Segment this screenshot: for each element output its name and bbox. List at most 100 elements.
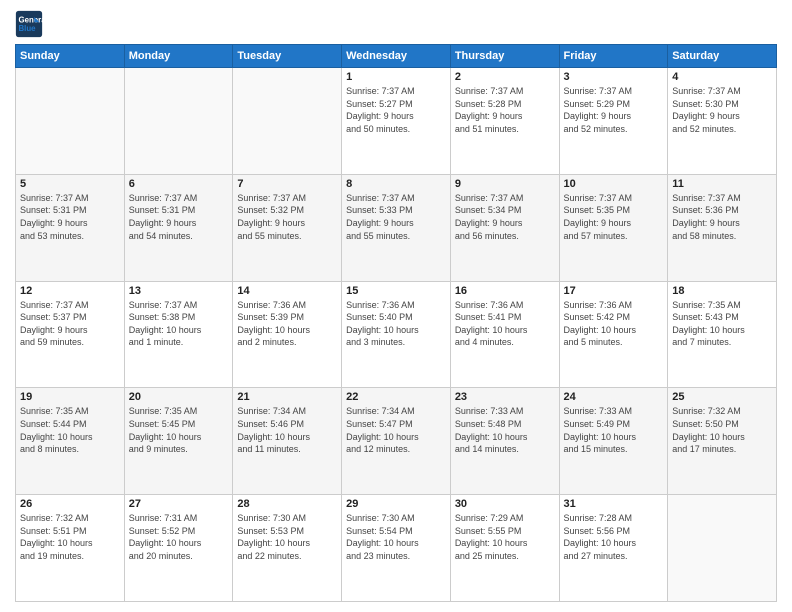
day-number: 5 [20, 178, 120, 190]
day-number: 2 [455, 71, 555, 83]
day-number: 13 [129, 285, 229, 297]
day-info: Sunrise: 7:37 AM Sunset: 5:35 PM Dayligh… [564, 192, 664, 242]
day-number: 28 [237, 498, 337, 510]
day-info: Sunrise: 7:37 AM Sunset: 5:34 PM Dayligh… [455, 192, 555, 242]
day-number: 26 [20, 498, 120, 510]
calendar-cell: 23 Sunrise: 7:33 AM Sunset: 5:48 PM Dayli… [450, 388, 559, 495]
calendar-cell: 5 Sunrise: 7:37 AM Sunset: 5:31 PM Daylig… [16, 174, 125, 281]
day-info: Sunrise: 7:28 AM Sunset: 5:56 PM Dayligh… [564, 512, 664, 562]
day-info: Sunrise: 7:34 AM Sunset: 5:47 PM Dayligh… [346, 405, 446, 455]
calendar-cell: 31 Sunrise: 7:28 AM Sunset: 5:56 PM Dayli… [559, 495, 668, 602]
calendar-cell [16, 68, 125, 175]
day-info: Sunrise: 7:37 AM Sunset: 5:28 PM Dayligh… [455, 85, 555, 135]
calendar-cell: 9 Sunrise: 7:37 AM Sunset: 5:34 PM Daylig… [450, 174, 559, 281]
day-info: Sunrise: 7:37 AM Sunset: 5:30 PM Dayligh… [672, 85, 772, 135]
calendar-week-row: 19 Sunrise: 7:35 AM Sunset: 5:44 PM Dayli… [16, 388, 777, 495]
calendar-cell: 22 Sunrise: 7:34 AM Sunset: 5:47 PM Dayli… [342, 388, 451, 495]
calendar-week-row: 26 Sunrise: 7:32 AM Sunset: 5:51 PM Dayli… [16, 495, 777, 602]
day-info: Sunrise: 7:35 AM Sunset: 5:43 PM Dayligh… [672, 299, 772, 349]
day-number: 7 [237, 178, 337, 190]
day-info: Sunrise: 7:37 AM Sunset: 5:32 PM Dayligh… [237, 192, 337, 242]
calendar-cell: 28 Sunrise: 7:30 AM Sunset: 5:53 PM Dayli… [233, 495, 342, 602]
day-number: 3 [564, 71, 664, 83]
calendar-cell: 27 Sunrise: 7:31 AM Sunset: 5:52 PM Dayli… [124, 495, 233, 602]
calendar-cell: 15 Sunrise: 7:36 AM Sunset: 5:40 PM Dayli… [342, 281, 451, 388]
calendar-cell: 8 Sunrise: 7:37 AM Sunset: 5:33 PM Daylig… [342, 174, 451, 281]
day-number: 24 [564, 391, 664, 403]
day-info: Sunrise: 7:37 AM Sunset: 5:31 PM Dayligh… [129, 192, 229, 242]
calendar-cell: 4 Sunrise: 7:37 AM Sunset: 5:30 PM Daylig… [668, 68, 777, 175]
day-number: 1 [346, 71, 446, 83]
day-number: 21 [237, 391, 337, 403]
day-info: Sunrise: 7:29 AM Sunset: 5:55 PM Dayligh… [455, 512, 555, 562]
day-number: 16 [455, 285, 555, 297]
day-info: Sunrise: 7:36 AM Sunset: 5:40 PM Dayligh… [346, 299, 446, 349]
calendar-cell: 10 Sunrise: 7:37 AM Sunset: 5:35 PM Dayli… [559, 174, 668, 281]
calendar-cell [124, 68, 233, 175]
day-number: 23 [455, 391, 555, 403]
day-number: 15 [346, 285, 446, 297]
day-info: Sunrise: 7:32 AM Sunset: 5:51 PM Dayligh… [20, 512, 120, 562]
calendar-cell: 1 Sunrise: 7:37 AM Sunset: 5:27 PM Daylig… [342, 68, 451, 175]
day-number: 11 [672, 178, 772, 190]
weekday-header: Thursday [450, 45, 559, 68]
calendar-cell: 30 Sunrise: 7:29 AM Sunset: 5:55 PM Dayli… [450, 495, 559, 602]
day-number: 4 [672, 71, 772, 83]
day-info: Sunrise: 7:33 AM Sunset: 5:48 PM Dayligh… [455, 405, 555, 455]
calendar-cell: 3 Sunrise: 7:37 AM Sunset: 5:29 PM Daylig… [559, 68, 668, 175]
day-number: 10 [564, 178, 664, 190]
page: General Blue SundayMondayTuesdayWednesda… [0, 0, 792, 612]
calendar-cell: 12Sunrise: 7:37 AM Sunset: 5:37 PM Dayli… [16, 281, 125, 388]
day-number: 14 [237, 285, 337, 297]
calendar-cell: 18 Sunrise: 7:35 AM Sunset: 5:43 PM Dayli… [668, 281, 777, 388]
day-info: Sunrise: 7:37 AM Sunset: 5:29 PM Dayligh… [564, 85, 664, 135]
day-info: Sunrise: 7:32 AM Sunset: 5:50 PM Dayligh… [672, 405, 772, 455]
calendar-cell [233, 68, 342, 175]
calendar-cell: 25Sunrise: 7:32 AM Sunset: 5:50 PM Dayli… [668, 388, 777, 495]
header: General Blue [15, 10, 777, 38]
calendar-cell: 29Sunrise: 7:30 AM Sunset: 5:54 PM Dayli… [342, 495, 451, 602]
day-info: Sunrise: 7:36 AM Sunset: 5:41 PM Dayligh… [455, 299, 555, 349]
weekday-header: Monday [124, 45, 233, 68]
calendar-cell: 2 Sunrise: 7:37 AM Sunset: 5:28 PM Daylig… [450, 68, 559, 175]
calendar-cell: 19 Sunrise: 7:35 AM Sunset: 5:44 PM Dayli… [16, 388, 125, 495]
logo: General Blue [15, 10, 43, 38]
day-number: 19 [20, 391, 120, 403]
day-info: Sunrise: 7:36 AM Sunset: 5:39 PM Dayligh… [237, 299, 337, 349]
day-number: 31 [564, 498, 664, 510]
calendar-cell: 11 Sunrise: 7:37 AM Sunset: 5:36 PM Dayli… [668, 174, 777, 281]
day-number: 20 [129, 391, 229, 403]
calendar-cell [668, 495, 777, 602]
day-info: Sunrise: 7:30 AM Sunset: 5:54 PM Dayligh… [346, 512, 446, 562]
day-number: 30 [455, 498, 555, 510]
day-info: Sunrise: 7:37 AM Sunset: 5:27 PM Dayligh… [346, 85, 446, 135]
weekday-header: Sunday [16, 45, 125, 68]
day-info: Sunrise: 7:34 AM Sunset: 5:46 PM Dayligh… [237, 405, 337, 455]
weekday-header: Saturday [668, 45, 777, 68]
day-info: Sunrise: 7:37 AM Sunset: 5:36 PM Dayligh… [672, 192, 772, 242]
calendar-cell: 21 Sunrise: 7:34 AM Sunset: 5:46 PM Dayli… [233, 388, 342, 495]
day-info: Sunrise: 7:30 AM Sunset: 5:53 PM Dayligh… [237, 512, 337, 562]
calendar-cell: 24 Sunrise: 7:33 AM Sunset: 5:49 PM Dayli… [559, 388, 668, 495]
weekday-header: Tuesday [233, 45, 342, 68]
calendar-header-row: SundayMondayTuesdayWednesdayThursdayFrid… [16, 45, 777, 68]
day-number: 9 [455, 178, 555, 190]
calendar-cell: 26 Sunrise: 7:32 AM Sunset: 5:51 PM Dayli… [16, 495, 125, 602]
calendar-week-row: 1 Sunrise: 7:37 AM Sunset: 5:27 PM Daylig… [16, 68, 777, 175]
day-info: Sunrise: 7:31 AM Sunset: 5:52 PM Dayligh… [129, 512, 229, 562]
day-number: 27 [129, 498, 229, 510]
day-info: Sunrise: 7:33 AM Sunset: 5:49 PM Dayligh… [564, 405, 664, 455]
day-number: 18 [672, 285, 772, 297]
day-info: Sunrise: 7:37 AM Sunset: 5:33 PM Dayligh… [346, 192, 446, 242]
day-number: 8 [346, 178, 446, 190]
calendar-cell: 13Sunrise: 7:37 AM Sunset: 5:38 PM Dayli… [124, 281, 233, 388]
day-info: Sunrise: 7:37 AM Sunset: 5:31 PM Dayligh… [20, 192, 120, 242]
calendar-cell: 20Sunrise: 7:35 AM Sunset: 5:45 PM Dayli… [124, 388, 233, 495]
weekday-header: Friday [559, 45, 668, 68]
day-info: Sunrise: 7:35 AM Sunset: 5:44 PM Dayligh… [20, 405, 120, 455]
calendar-table: SundayMondayTuesdayWednesdayThursdayFrid… [15, 44, 777, 602]
day-number: 17 [564, 285, 664, 297]
calendar-cell: 16 Sunrise: 7:36 AM Sunset: 5:41 PM Dayli… [450, 281, 559, 388]
day-number: 22 [346, 391, 446, 403]
svg-text:General: General [19, 15, 44, 24]
